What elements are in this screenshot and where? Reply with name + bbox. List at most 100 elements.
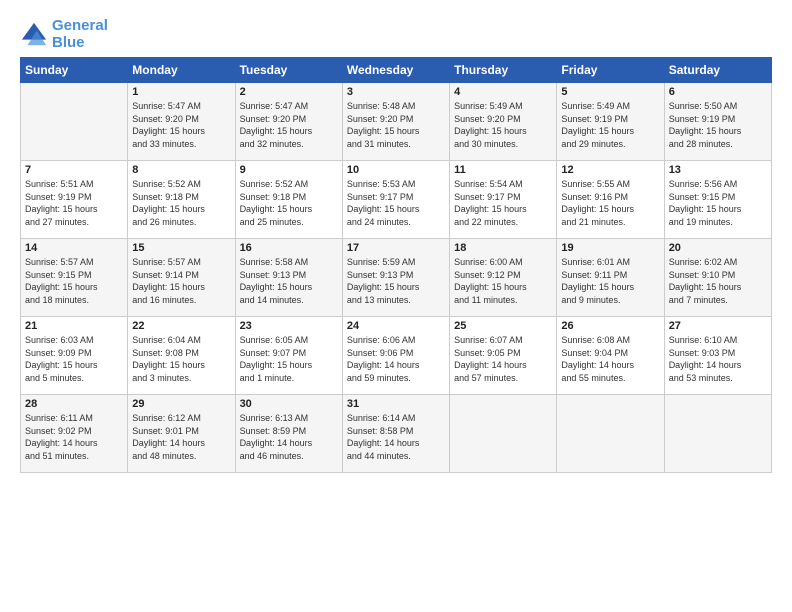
calendar-cell: 23Sunrise: 6:05 AM Sunset: 9:07 PM Dayli… <box>235 317 342 395</box>
day-number: 28 <box>25 398 123 410</box>
header-thursday: Thursday <box>450 58 557 83</box>
day-info: Sunrise: 5:52 AM Sunset: 9:18 PM Dayligh… <box>132 178 230 228</box>
day-info: Sunrise: 5:58 AM Sunset: 9:13 PM Dayligh… <box>240 256 338 306</box>
day-info: Sunrise: 5:52 AM Sunset: 9:18 PM Dayligh… <box>240 178 338 228</box>
logo-text: GeneralBlue <box>52 18 108 51</box>
day-number: 8 <box>132 164 230 176</box>
calendar-cell: 4 Sunrise: 5:49 AM Sunset: 9:20 PM Daylig… <box>450 83 557 161</box>
day-info: Sunrise: 5:50 AM Sunset: 9:19 PM Dayligh… <box>669 100 767 150</box>
calendar-cell: 21 Sunrise: 6:03 AM Sunset: 9:09 PM Dayli… <box>21 317 128 395</box>
day-info: Sunrise: 6:07 AM Sunset: 9:05 PM Dayligh… <box>454 334 552 384</box>
day-number: 30 <box>240 398 338 410</box>
calendar-cell <box>21 83 128 161</box>
calendar-cell: 26 Sunrise: 6:08 AM Sunset: 9:04 PM Dayli… <box>557 317 664 395</box>
day-info: Sunrise: 5:53 AM Sunset: 9:17 PM Dayligh… <box>347 178 445 228</box>
day-number: 18 <box>454 242 552 254</box>
header-row: SundayMondayTuesdayWednesdayThursdayFrid… <box>21 58 772 83</box>
calendar-cell: 20 Sunrise: 6:02 AM Sunset: 9:10 PM Dayli… <box>664 239 771 317</box>
week-row-1: 1 Sunrise: 5:47 AM Sunset: 9:20 PM Daylig… <box>21 83 772 161</box>
calendar-cell: 29Sunrise: 6:12 AM Sunset: 9:01 PM Dayli… <box>128 395 235 473</box>
day-info: Sunrise: 6:02 AM Sunset: 9:10 PM Dayligh… <box>669 256 767 306</box>
calendar-cell: 17Sunrise: 5:59 AM Sunset: 9:13 PM Dayli… <box>342 239 449 317</box>
calendar-cell: 27Sunrise: 6:10 AM Sunset: 9:03 PM Dayli… <box>664 317 771 395</box>
calendar-cell: 2 Sunrise: 5:47 AM Sunset: 9:20 PM Daylig… <box>235 83 342 161</box>
day-number: 19 <box>561 242 659 254</box>
logo: GeneralBlue <box>20 18 108 51</box>
calendar-cell: 24 Sunrise: 6:06 AM Sunset: 9:06 PM Dayli… <box>342 317 449 395</box>
day-info: Sunrise: 6:06 AM Sunset: 9:06 PM Dayligh… <box>347 334 445 384</box>
header-sunday: Sunday <box>21 58 128 83</box>
day-info: Sunrise: 5:57 AM Sunset: 9:14 PM Dayligh… <box>132 256 230 306</box>
day-info: Sunrise: 6:03 AM Sunset: 9:09 PM Dayligh… <box>25 334 123 384</box>
day-number: 15 <box>132 242 230 254</box>
day-number: 10 <box>347 164 445 176</box>
day-number: 16 <box>240 242 338 254</box>
week-row-5: 28 Sunrise: 6:11 AM Sunset: 9:02 PM Dayli… <box>21 395 772 473</box>
day-number: 7 <box>25 164 123 176</box>
day-info: Sunrise: 6:10 AM Sunset: 9:03 PM Dayligh… <box>669 334 767 384</box>
calendar-cell: 11 Sunrise: 5:54 AM Sunset: 9:17 PM Dayli… <box>450 161 557 239</box>
header-friday: Friday <box>557 58 664 83</box>
day-info: Sunrise: 5:55 AM Sunset: 9:16 PM Dayligh… <box>561 178 659 228</box>
day-number: 4 <box>454 86 552 98</box>
calendar-cell: 14 Sunrise: 5:57 AM Sunset: 9:15 PM Dayli… <box>21 239 128 317</box>
day-info: Sunrise: 5:56 AM Sunset: 9:15 PM Dayligh… <box>669 178 767 228</box>
calendar-table: SundayMondayTuesdayWednesdayThursdayFrid… <box>20 57 772 473</box>
day-info: Sunrise: 6:11 AM Sunset: 9:02 PM Dayligh… <box>25 412 123 462</box>
calendar-cell: 30 Sunrise: 6:13 AM Sunset: 8:59 PM Dayli… <box>235 395 342 473</box>
day-info: Sunrise: 5:49 AM Sunset: 9:19 PM Dayligh… <box>561 100 659 150</box>
day-number: 13 <box>669 164 767 176</box>
day-number: 25 <box>454 320 552 332</box>
day-info: Sunrise: 5:48 AM Sunset: 9:20 PM Dayligh… <box>347 100 445 150</box>
calendar-cell: 22 Sunrise: 6:04 AM Sunset: 9:08 PM Dayli… <box>128 317 235 395</box>
calendar-cell: 18Sunrise: 6:00 AM Sunset: 9:12 PM Dayli… <box>450 239 557 317</box>
calendar-cell: 19 Sunrise: 6:01 AM Sunset: 9:11 PM Dayli… <box>557 239 664 317</box>
day-number: 6 <box>669 86 767 98</box>
calendar-cell: 9 Sunrise: 5:52 AM Sunset: 9:18 PM Daylig… <box>235 161 342 239</box>
day-number: 26 <box>561 320 659 332</box>
calendar-cell: 12 Sunrise: 5:55 AM Sunset: 9:16 PM Dayli… <box>557 161 664 239</box>
day-number: 31 <box>347 398 445 410</box>
calendar-cell: 5Sunrise: 5:49 AM Sunset: 9:19 PM Daylig… <box>557 83 664 161</box>
day-info: Sunrise: 6:08 AM Sunset: 9:04 PM Dayligh… <box>561 334 659 384</box>
day-info: Sunrise: 6:12 AM Sunset: 9:01 PM Dayligh… <box>132 412 230 462</box>
calendar-cell: 6 Sunrise: 5:50 AM Sunset: 9:19 PM Daylig… <box>664 83 771 161</box>
day-number: 20 <box>669 242 767 254</box>
day-info: Sunrise: 6:14 AM Sunset: 8:58 PM Dayligh… <box>347 412 445 462</box>
week-row-2: 7Sunrise: 5:51 AM Sunset: 9:19 PM Daylig… <box>21 161 772 239</box>
calendar-cell: 13 Sunrise: 5:56 AM Sunset: 9:15 PM Dayli… <box>664 161 771 239</box>
calendar-cell: 25 Sunrise: 6:07 AM Sunset: 9:05 PM Dayli… <box>450 317 557 395</box>
day-info: Sunrise: 6:04 AM Sunset: 9:08 PM Dayligh… <box>132 334 230 384</box>
day-number: 22 <box>132 320 230 332</box>
day-number: 2 <box>240 86 338 98</box>
calendar-cell: 1Sunrise: 5:47 AM Sunset: 9:20 PM Daylig… <box>128 83 235 161</box>
header-tuesday: Tuesday <box>235 58 342 83</box>
day-number: 24 <box>347 320 445 332</box>
day-number: 14 <box>25 242 123 254</box>
calendar-cell: 10 Sunrise: 5:53 AM Sunset: 9:17 PM Dayli… <box>342 161 449 239</box>
calendar-cell: 3Sunrise: 5:48 AM Sunset: 9:20 PM Daylig… <box>342 83 449 161</box>
day-number: 9 <box>240 164 338 176</box>
week-row-3: 14 Sunrise: 5:57 AM Sunset: 9:15 PM Dayli… <box>21 239 772 317</box>
day-info: Sunrise: 6:01 AM Sunset: 9:11 PM Dayligh… <box>561 256 659 306</box>
day-info: Sunrise: 6:13 AM Sunset: 8:59 PM Dayligh… <box>240 412 338 462</box>
day-info: Sunrise: 5:57 AM Sunset: 9:15 PM Dayligh… <box>25 256 123 306</box>
day-number: 1 <box>132 86 230 98</box>
day-number: 11 <box>454 164 552 176</box>
day-number: 23 <box>240 320 338 332</box>
calendar-cell <box>450 395 557 473</box>
day-number: 17 <box>347 242 445 254</box>
day-info: Sunrise: 5:49 AM Sunset: 9:20 PM Dayligh… <box>454 100 552 150</box>
calendar-cell: 15 Sunrise: 5:57 AM Sunset: 9:14 PM Dayli… <box>128 239 235 317</box>
header-wednesday: Wednesday <box>342 58 449 83</box>
calendar-cell <box>557 395 664 473</box>
calendar-cell: 16 Sunrise: 5:58 AM Sunset: 9:13 PM Dayli… <box>235 239 342 317</box>
calendar-cell: 31 Sunrise: 6:14 AM Sunset: 8:58 PM Dayli… <box>342 395 449 473</box>
day-info: Sunrise: 5:47 AM Sunset: 9:20 PM Dayligh… <box>240 100 338 150</box>
day-number: 12 <box>561 164 659 176</box>
calendar-cell <box>664 395 771 473</box>
day-number: 21 <box>25 320 123 332</box>
day-info: Sunrise: 5:54 AM Sunset: 9:17 PM Dayligh… <box>454 178 552 228</box>
calendar-cell: 7Sunrise: 5:51 AM Sunset: 9:19 PM Daylig… <box>21 161 128 239</box>
calendar-cell: 8 Sunrise: 5:52 AM Sunset: 9:18 PM Daylig… <box>128 161 235 239</box>
